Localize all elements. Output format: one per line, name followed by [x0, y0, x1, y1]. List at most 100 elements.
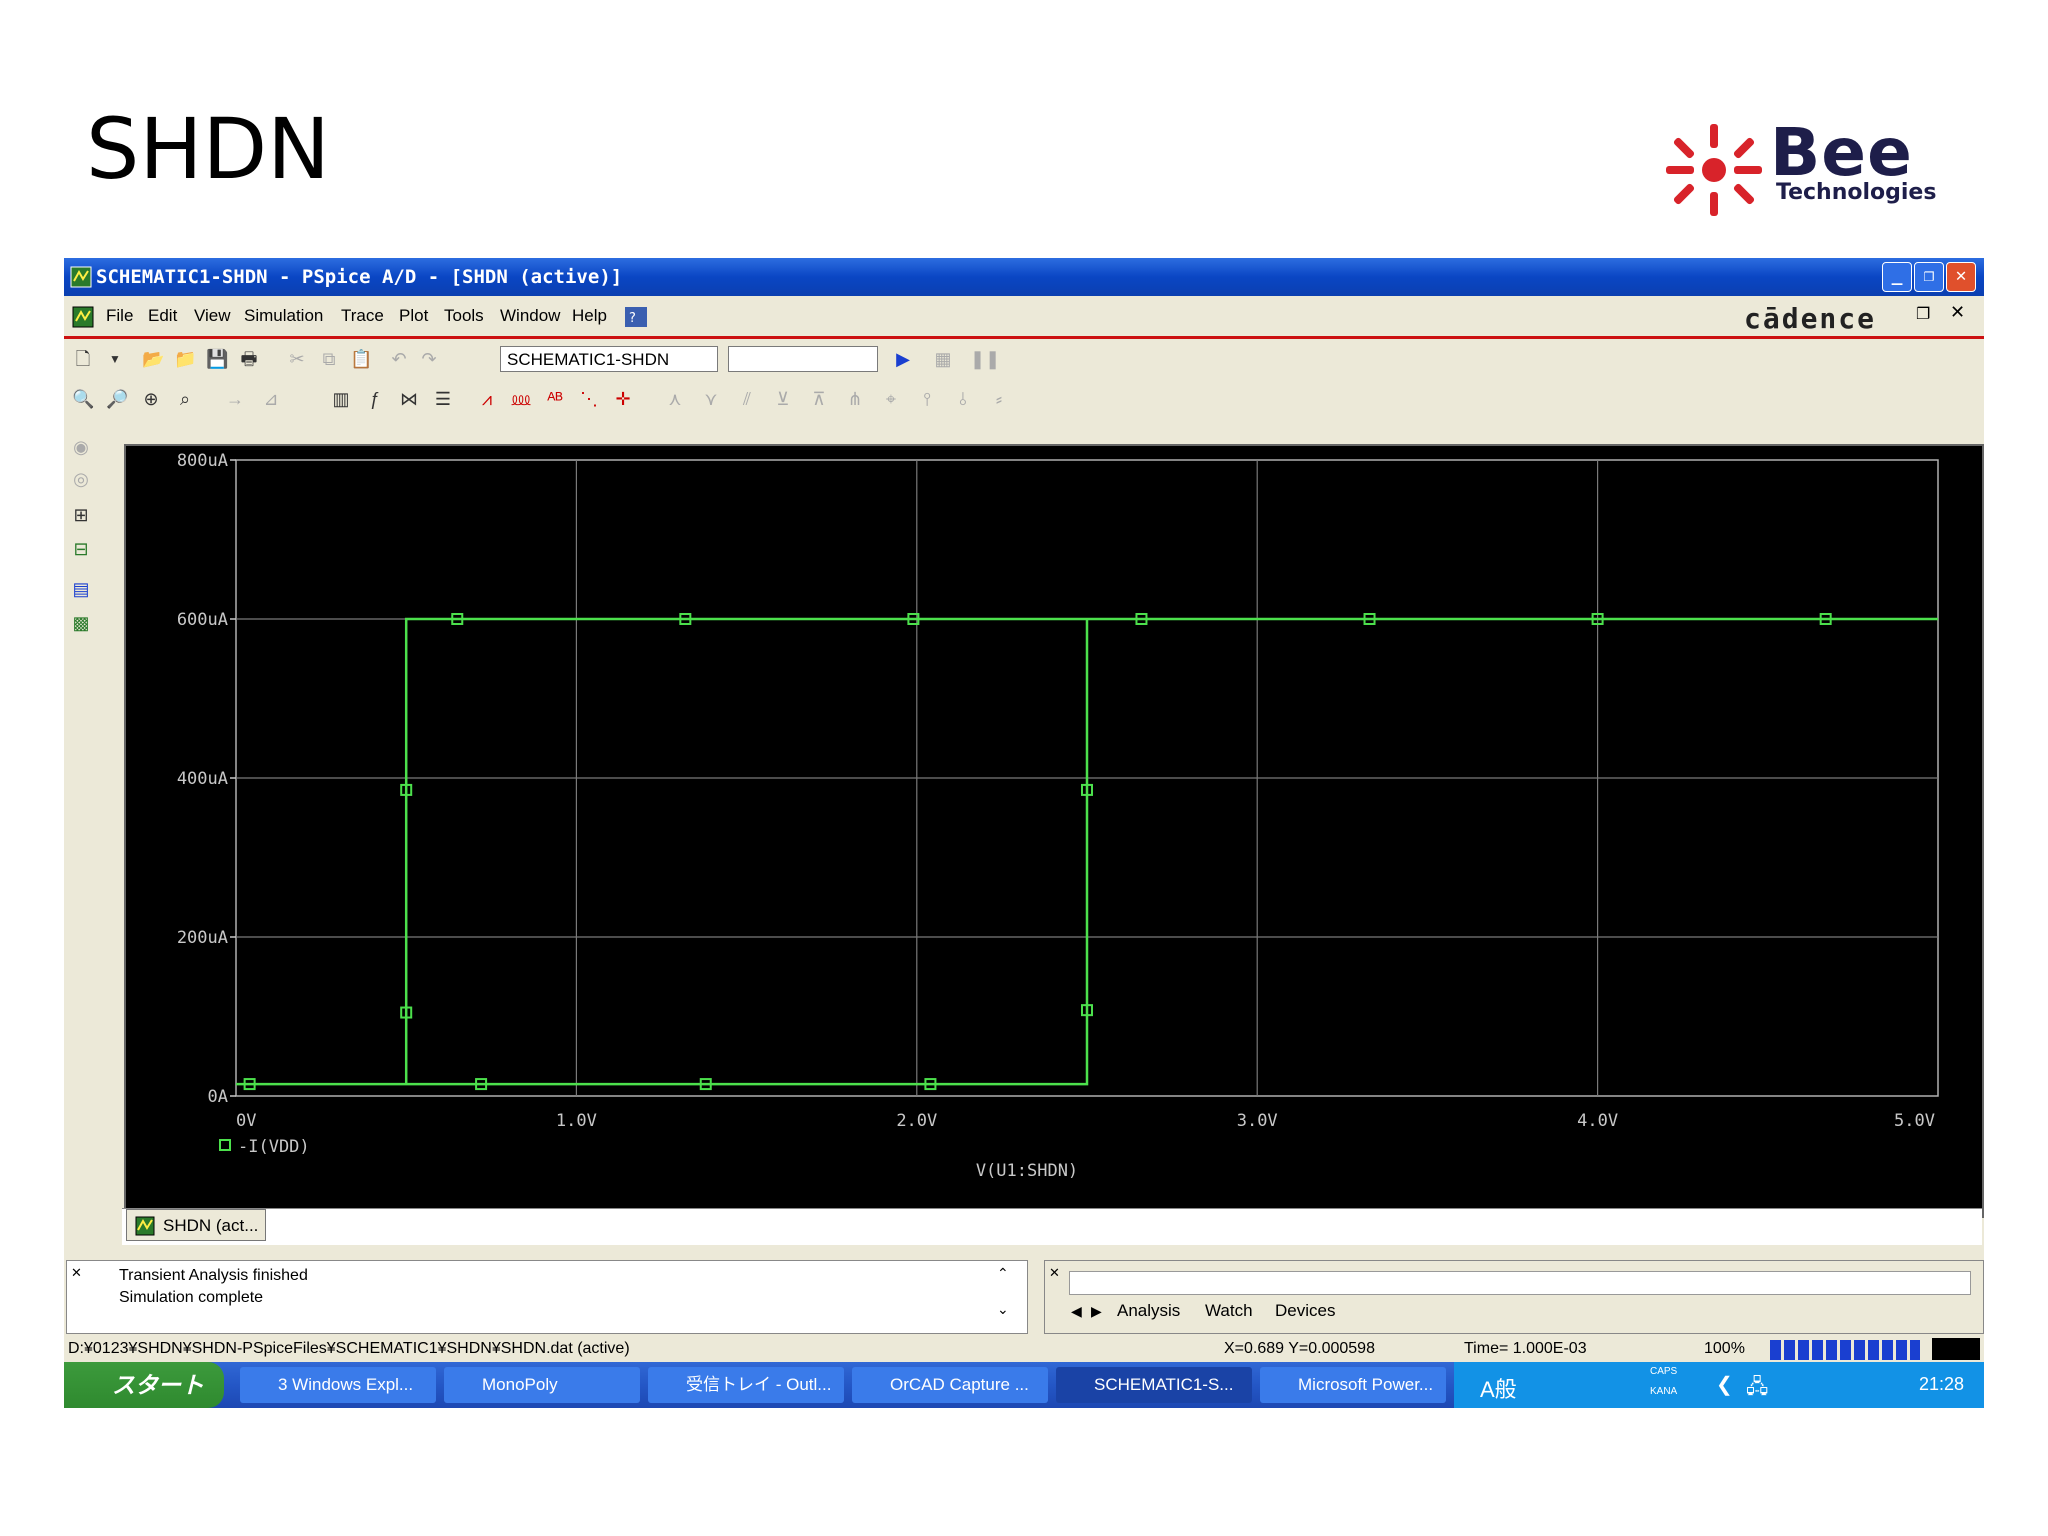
menu-plot[interactable]: Plot	[399, 306, 428, 326]
zoom-out-icon[interactable]: 🔎	[106, 388, 128, 410]
run-icon[interactable]: ▶	[892, 348, 914, 370]
probe-voltage-icon[interactable]: ◉	[70, 436, 92, 458]
next-transition-icon[interactable]: ⫯	[916, 388, 938, 410]
menu-edit[interactable]: Edit	[148, 306, 177, 326]
open-file-icon[interactable]: 📁	[174, 348, 196, 370]
output-file-icon[interactable]: ▤	[70, 578, 92, 600]
network-icon[interactable]: 🖧	[1746, 1372, 1768, 1406]
stop-icon[interactable]: ▦	[932, 348, 954, 370]
menu-trace[interactable]: Trace	[341, 306, 384, 326]
zoom-area-icon[interactable]: ⊕	[140, 388, 162, 410]
x-axis-label: V(U1:SHDN)	[976, 1161, 1078, 1181]
tab-shdn[interactable]: SHDN (act...	[126, 1209, 266, 1241]
task-pspice[interactable]: SCHEMATIC1-S...	[1056, 1367, 1252, 1403]
task-orcad-capture[interactable]: OrCAD Capture ...	[852, 1367, 1048, 1403]
view-results-icon[interactable]: ▩	[70, 612, 92, 634]
close-button[interactable]: ✕	[1946, 262, 1976, 292]
status-time: Time= 1.000E-03	[1464, 1340, 1587, 1357]
toggle-cursor-icon[interactable]: ▥	[330, 388, 352, 410]
plot-tab-strip: SHDN (act...	[122, 1208, 1982, 1245]
cursor-min-icon[interactable]: ⊻	[772, 388, 794, 410]
fourier-icon[interactable]: ⊿	[260, 388, 282, 410]
view-simulation-icon[interactable]: ⊟	[70, 538, 92, 560]
tab-watch[interactable]: Watch	[1205, 1301, 1253, 1321]
cut-icon[interactable]: ✂	[286, 348, 308, 370]
tab-devices[interactable]: Devices	[1275, 1301, 1335, 1321]
pause-icon[interactable]: ❚❚	[970, 348, 1000, 370]
log-x-icon[interactable]: →	[224, 388, 246, 410]
zoom-in-icon[interactable]: 🔍	[72, 388, 94, 410]
evaluate-icon[interactable]: ☰	[432, 388, 454, 410]
print-icon[interactable]: 🖶	[238, 348, 260, 370]
cursor-slope-icon[interactable]: ⫽	[736, 388, 758, 410]
slide-title: SHDN	[86, 100, 331, 198]
tab-prev-icon[interactable]: ◀	[1071, 1303, 1082, 1320]
cursor-point-icon[interactable]: ⋔	[844, 388, 866, 410]
fft-icon[interactable]: ƒ	[364, 388, 386, 410]
plot-window[interactable]: 0V 1.0V 2.0V 3.0V 4.0V 5.0V 0A 200uA 400uA 600uA 8…	[124, 444, 1984, 1218]
paste-icon[interactable]: 📋	[350, 348, 372, 370]
simulation-settings-icon[interactable]: ⊞	[70, 504, 92, 526]
prev-transition-icon[interactable]: ⫰	[952, 388, 974, 410]
task-powerpoint[interactable]: Microsoft Power...	[1260, 1367, 1446, 1403]
tray-expand-icon[interactable]: ❮	[1716, 1372, 1733, 1397]
output-close-icon[interactable]: ✕	[71, 1265, 82, 1281]
menu-window[interactable]: Window	[500, 306, 560, 326]
tab-analysis[interactable]: Analysis	[1117, 1301, 1180, 1321]
cursor-icon[interactable]: ✛	[612, 388, 634, 410]
pspice-window: SCHEMATIC1-SHDN - PSpice A/D - [SHDN (ac…	[64, 258, 1984, 1408]
new-file-icon[interactable]: 🗋	[72, 348, 94, 370]
probe-current-icon[interactable]: ◎	[70, 468, 92, 490]
add-trace-icon[interactable]: ⩘	[476, 388, 498, 410]
secondary-combo[interactable]	[728, 346, 878, 372]
menu-simulation[interactable]: Simulation	[244, 306, 323, 326]
start-button[interactable]: スタート	[64, 1362, 224, 1408]
output-line: Transient Analysis finished	[119, 1267, 308, 1284]
zoom-fit-icon[interactable]: ⌕	[174, 388, 196, 410]
simulation-profile-combo[interactable]: SCHEMATIC1-SHDN	[500, 346, 718, 372]
watch-window: ✕ ◀ ▶ Analysis Watch Devices	[1044, 1260, 1984, 1334]
minimize-button[interactable]: _	[1882, 262, 1912, 292]
open-folder-icon[interactable]: 📂	[142, 348, 164, 370]
undo-icon[interactable]: ↶	[388, 348, 410, 370]
mdi-close-button[interactable]: ✕	[1950, 302, 1965, 323]
mark-data-icon[interactable]: ⋱	[578, 388, 600, 410]
ime-indicator[interactable]: A般	[1480, 1372, 1517, 1404]
tab-next-icon[interactable]: ▶	[1091, 1303, 1102, 1320]
restore-button[interactable]: ❐	[1914, 262, 1944, 292]
legend-label: -I(VDD)	[238, 1137, 310, 1157]
save-icon[interactable]: 💾	[206, 348, 228, 370]
dropdown-arrow-icon[interactable]: ▼	[104, 348, 126, 370]
window-title: SCHEMATIC1-SHDN - PSpice A/D - [SHDN (ac…	[96, 266, 623, 288]
y-tick-label: 400uA	[177, 769, 228, 789]
mark-label-icon[interactable]: ⸗	[988, 388, 1010, 410]
window-titlebar[interactable]: SCHEMATIC1-SHDN - PSpice A/D - [SHDN (ac…	[64, 258, 1984, 296]
cursor-peak-icon[interactable]: ⋏	[664, 388, 686, 410]
scroll-down-icon[interactable]: ⌄	[997, 1301, 1009, 1318]
menu-file[interactable]: File	[106, 306, 133, 326]
cursor-trough-icon[interactable]: ⋎	[700, 388, 722, 410]
menu-view[interactable]: View	[194, 306, 231, 326]
menu-help[interactable]: Help	[572, 306, 607, 326]
task-monopoly[interactable]: MonoPoly	[444, 1367, 640, 1403]
status-path: D:¥0123¥SHDN¥SHDN-PSpiceFiles¥SCHEMATIC1…	[68, 1340, 630, 1357]
cursor-search-icon[interactable]: ⌖	[880, 388, 902, 410]
watch-header	[1069, 1271, 1971, 1295]
bee-logo-mark-icon	[1666, 124, 1762, 216]
performance-icon[interactable]: ⋈	[398, 388, 420, 410]
cursor-max-icon[interactable]: ⊼	[808, 388, 830, 410]
redo-icon[interactable]: ↷	[418, 348, 440, 370]
copy-icon[interactable]: ⧉	[318, 348, 340, 370]
tab-label: SHDN (act...	[163, 1216, 259, 1235]
scroll-up-icon[interactable]: ⌃	[997, 1265, 1009, 1282]
waveform-plot[interactable]: 0V 1.0V 2.0V 3.0V 4.0V 5.0V 0A 200uA 400uA 600uA 8…	[126, 446, 1982, 1216]
task-explorer[interactable]: 3 Windows Expl...	[240, 1367, 436, 1403]
eval-measure-icon[interactable]: ⅏	[510, 388, 532, 410]
mdi-restore-button[interactable]: ❐	[1916, 304, 1930, 324]
watch-close-icon[interactable]: ✕	[1049, 1265, 1060, 1281]
task-outlook[interactable]: 受信トレイ - Outl...	[648, 1367, 844, 1403]
menu-tools[interactable]: Tools	[444, 306, 484, 326]
context-help-icon[interactable]: ?	[624, 306, 648, 328]
label-icon[interactable]: ᴬᴮ	[544, 388, 566, 410]
svg-text:?: ?	[629, 311, 636, 326]
